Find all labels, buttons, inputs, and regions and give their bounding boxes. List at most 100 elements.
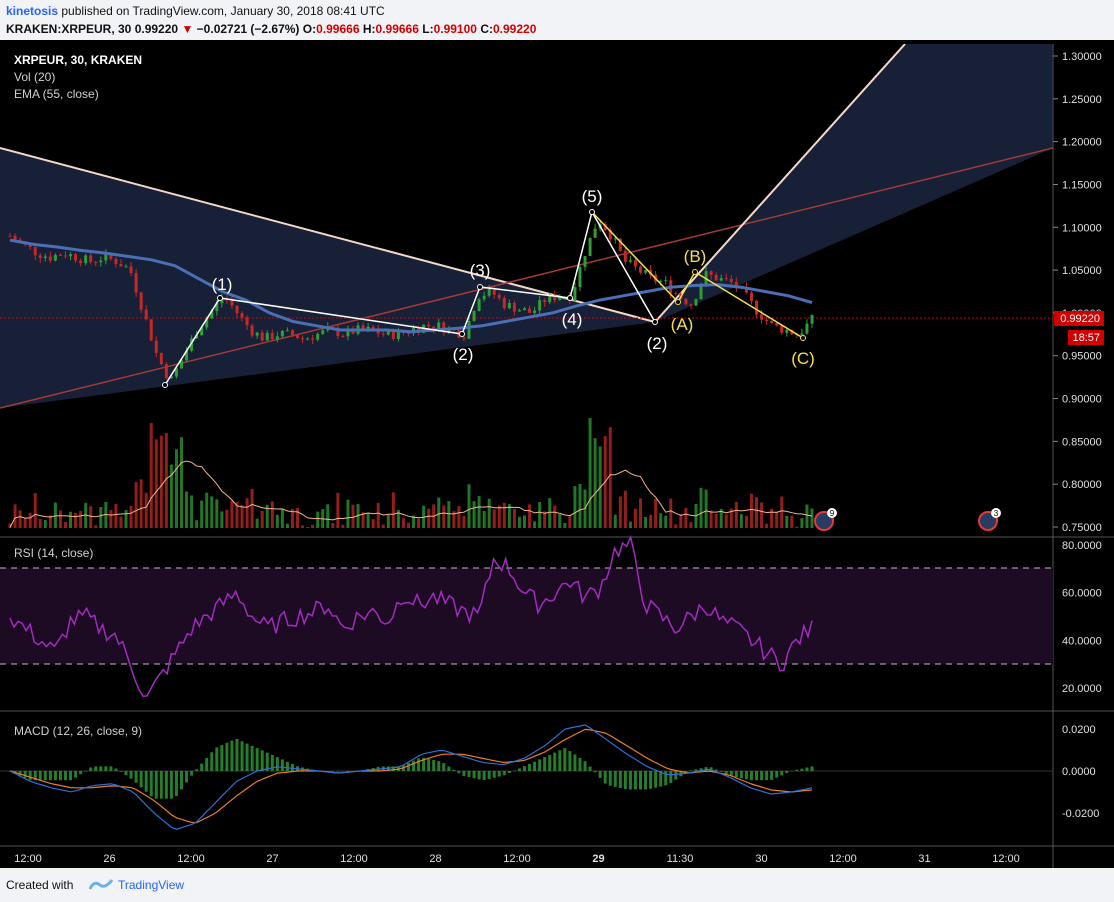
candle-body [674, 293, 678, 295]
time-tick-label: 30 [755, 853, 767, 865]
volume-bar [734, 501, 738, 528]
candle-body [290, 330, 294, 336]
volume-bar [129, 505, 133, 528]
candle-body [502, 298, 506, 309]
low-value: 0.99100 [433, 22, 477, 36]
macd-hist-bar [593, 771, 597, 773]
wave-label-4[interactable]: (4) [562, 310, 583, 329]
macd-hist-bar [492, 771, 496, 778]
macd-legend[interactable]: MACD (12, 26, close, 9) [14, 724, 142, 738]
price-axis[interactable]: 1.30000 1.25000 1.20000 1.15000 1.10000 1.050… [1053, 51, 1102, 534]
price-tick-label: 0.75000 [1062, 522, 1102, 534]
wave-label-A[interactable]: (A) [671, 315, 694, 334]
tradingview-logo-icon[interactable] [88, 876, 114, 892]
macd-pane[interactable] [0, 712, 1053, 846]
macd-hist-bar [734, 771, 738, 778]
price-tick-label: 0.80000 [1062, 479, 1102, 491]
time-axis[interactable]: 12:00 26 12:00 27 12:00 28 12:00 29 11:30 30 12:00… [14, 853, 1020, 865]
volume-bar [462, 515, 466, 528]
time-tick-label: 12:00 [177, 853, 205, 865]
volume-bar [563, 522, 567, 528]
open-label: O: [302, 22, 317, 36]
candle-body [260, 332, 264, 341]
rsi-legend[interactable]: RSI (14, close) [14, 546, 93, 560]
candle-body [719, 278, 723, 281]
volume-bar [780, 496, 784, 528]
legend-vol[interactable]: Vol (20) [14, 70, 55, 84]
time-tick-label: 12:00 [340, 853, 368, 865]
volume-bar [366, 512, 370, 528]
volume-bar [618, 496, 622, 528]
wave-label-2b[interactable]: (2) [647, 334, 668, 353]
macd-hist-bar [583, 761, 587, 771]
macd-hist-bar [114, 768, 118, 771]
macd-hist-bar [245, 743, 249, 771]
macd-hist-bar [533, 761, 537, 771]
volume-bar [89, 506, 93, 528]
candle-body [593, 228, 597, 238]
macd-hist-bar [406, 762, 410, 771]
candle-body [810, 314, 814, 324]
wave-label-3[interactable]: (3) [470, 261, 491, 280]
macd-axis[interactable]: 0.0200 0.0000 -0.0200 [1062, 724, 1099, 820]
candle-body [13, 235, 17, 240]
wave-point [162, 382, 168, 388]
candle-body [477, 299, 481, 311]
volume-bar [200, 500, 204, 528]
volume-bar [669, 498, 673, 528]
macd-hist-bar [346, 771, 350, 772]
rsi-axis[interactable]: 80.0000 60.0000 40.0000 20.0000 [1062, 540, 1102, 695]
candle-body [119, 264, 123, 267]
volume-bar [94, 525, 98, 528]
candle-body [533, 310, 537, 313]
macd-hist-bar [432, 759, 436, 771]
legend-ema[interactable]: EMA (55, close) [14, 87, 99, 101]
candle-body [245, 317, 249, 326]
wave-label-5[interactable]: (5) [582, 187, 603, 206]
volume-bar [38, 518, 42, 528]
wave-label-C[interactable]: (C) [791, 349, 815, 368]
wave-label-2[interactable]: (2) [453, 345, 474, 364]
symbol-title[interactable]: KRAKEN:XRPEUR, 30 [6, 22, 131, 36]
macd-hist-bar [63, 771, 67, 781]
macd-hist-bar [644, 771, 648, 790]
macd-hist-bar [578, 757, 582, 771]
wave-label-1[interactable]: (1) [212, 275, 233, 294]
volume-bar [467, 484, 471, 528]
macd-hist-bar [159, 771, 163, 799]
countdown-tag-text: 18:57 [1072, 332, 1100, 344]
candle-body [462, 337, 466, 339]
volume-bar [639, 498, 643, 528]
macd-hist-bar [810, 766, 814, 771]
macd-hist-bar [755, 771, 759, 781]
volume-bar [336, 492, 340, 528]
macd-hist-bar [785, 771, 789, 774]
rsi-tick-label: 40.0000 [1062, 635, 1102, 647]
candle-body [306, 338, 310, 340]
volume-bar [744, 515, 748, 528]
macd-hist-bar [220, 745, 224, 771]
volume-bar [528, 504, 532, 528]
candle-body [8, 235, 12, 237]
macd-hist-bar [43, 771, 47, 781]
legend-title[interactable]: XRPEUR, 30, KRAKEN [14, 53, 142, 67]
macd-hist-bar [48, 771, 52, 781]
volume-bar [613, 514, 617, 528]
volume-bar [548, 498, 552, 528]
volume-bar [482, 510, 486, 528]
author-link[interactable]: kinetosis [6, 4, 58, 18]
volume-bar [296, 507, 300, 528]
candle-body [381, 333, 385, 335]
volume-bar [457, 506, 461, 528]
candle-body [805, 323, 809, 334]
time-tick-label: 12:00 [503, 853, 531, 865]
macd-hist-bar [412, 760, 416, 771]
macd-hist-bar [528, 763, 532, 771]
volume-bar [139, 479, 143, 528]
wave-label-B[interactable]: (B) [684, 247, 707, 266]
volume-bar [593, 438, 597, 528]
chart-canvas[interactable]: (1) (2) (3) (4) (5) (2) (A) (B) (C) XRPE… [0, 40, 1114, 868]
volume-bar [301, 525, 305, 528]
tradingview-link[interactable]: TradingView [118, 878, 184, 892]
volume-bar [109, 510, 113, 528]
